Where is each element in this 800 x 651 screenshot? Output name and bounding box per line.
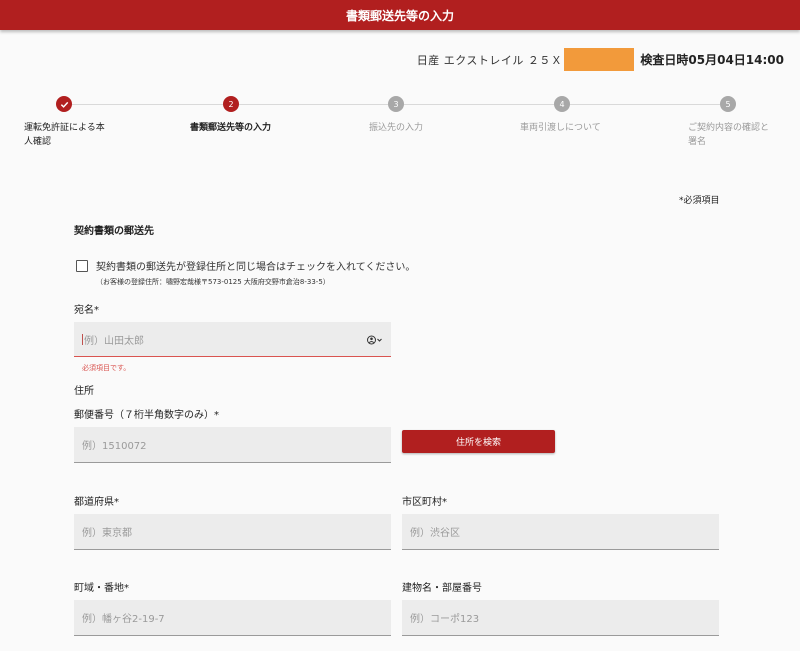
addressee-label: 宛名*: [74, 305, 99, 316]
street-input[interactable]: 例）幡ヶ谷2-19-7: [74, 600, 391, 636]
step-label: 車両引渡しについて: [520, 123, 601, 133]
step-label: 振込先の入力: [369, 123, 424, 133]
addressee-input[interactable]: 例）山田太郎: [74, 322, 391, 357]
step-connector: [404, 104, 554, 105]
page-header: 書類郵送先等の入力: [0, 0, 800, 30]
step-connector: [72, 104, 223, 105]
step-label: ご契約内容の確認と署名: [688, 123, 770, 147]
prefecture-input[interactable]: 例）東京都: [74, 514, 391, 550]
building-placeholder: 例）コーポ123: [410, 614, 480, 625]
city-input[interactable]: 例）渋谷区: [402, 514, 719, 550]
address-heading: 住所: [74, 386, 94, 397]
text-cursor: [82, 333, 83, 345]
addressee-error: 必須項目です。: [82, 364, 131, 372]
step-connector: [239, 104, 388, 105]
progress-stepper: 運転免許証による本人確認 2 書類郵送先等の入力 3 振込先の入力 4 車両引渡…: [0, 96, 800, 156]
postal-code-placeholder: 例）1510072: [82, 441, 147, 452]
person-icon[interactable]: [367, 335, 383, 345]
required-note: *必須項目: [679, 196, 720, 206]
postal-code-input[interactable]: 例）1510072: [74, 427, 391, 463]
building-input[interactable]: 例）コーポ123: [402, 600, 719, 636]
section-title: 契約書類の郵送先: [74, 226, 154, 237]
addressee-placeholder: 例）山田太郎: [84, 335, 144, 347]
city-label: 市区町村*: [402, 497, 447, 508]
same-address-label[interactable]: 契約書類の郵送先が登録住所と同じ場合はチェックを入れてください。: [96, 258, 415, 273]
street-placeholder: 例）幡ヶ谷2-19-7: [82, 614, 165, 625]
address-search-button[interactable]: 住所を検索: [402, 430, 555, 453]
same-address-option[interactable]: 契約書類の郵送先が登録住所と同じ場合はチェックを入れてください。: [76, 258, 415, 273]
redacted-block: [564, 48, 635, 71]
step-label: 書類郵送先等の入力: [190, 123, 272, 133]
vehicle-info: 日産 エクストレイル ２５Ｘ 検査日時05月04日14:00: [417, 48, 784, 71]
step-connector: [570, 104, 720, 105]
step-number: 4: [554, 96, 570, 112]
step-number: 5: [720, 96, 736, 112]
building-label: 建物名・部屋番号: [402, 583, 482, 594]
prefecture-label: 都道府県*: [74, 497, 119, 508]
step-label: 運転免許証による本人確認: [24, 123, 105, 147]
inspection-datetime: 検査日時05月04日14:00: [640, 53, 784, 67]
page-title: 書類郵送先等の入力: [345, 8, 454, 23]
step-number: 3: [388, 96, 404, 112]
prefecture-placeholder: 例）東京都: [82, 528, 132, 539]
city-placeholder: 例）渋谷区: [410, 528, 460, 539]
vehicle-model: 日産 エクストレイル ２５Ｘ: [416, 53, 563, 67]
postal-code-label: 郵便番号（７桁半角数字のみ）*: [74, 410, 219, 421]
check-icon: [56, 96, 72, 112]
registered-address-note: （お客様の登録住所：嘯野宏哉様〒573-0125 大阪府交野市倉治8-33-5）: [96, 278, 330, 286]
step-number: 2: [223, 96, 239, 112]
street-label: 町域・番地*: [74, 583, 129, 594]
same-address-checkbox[interactable]: [76, 259, 88, 272]
